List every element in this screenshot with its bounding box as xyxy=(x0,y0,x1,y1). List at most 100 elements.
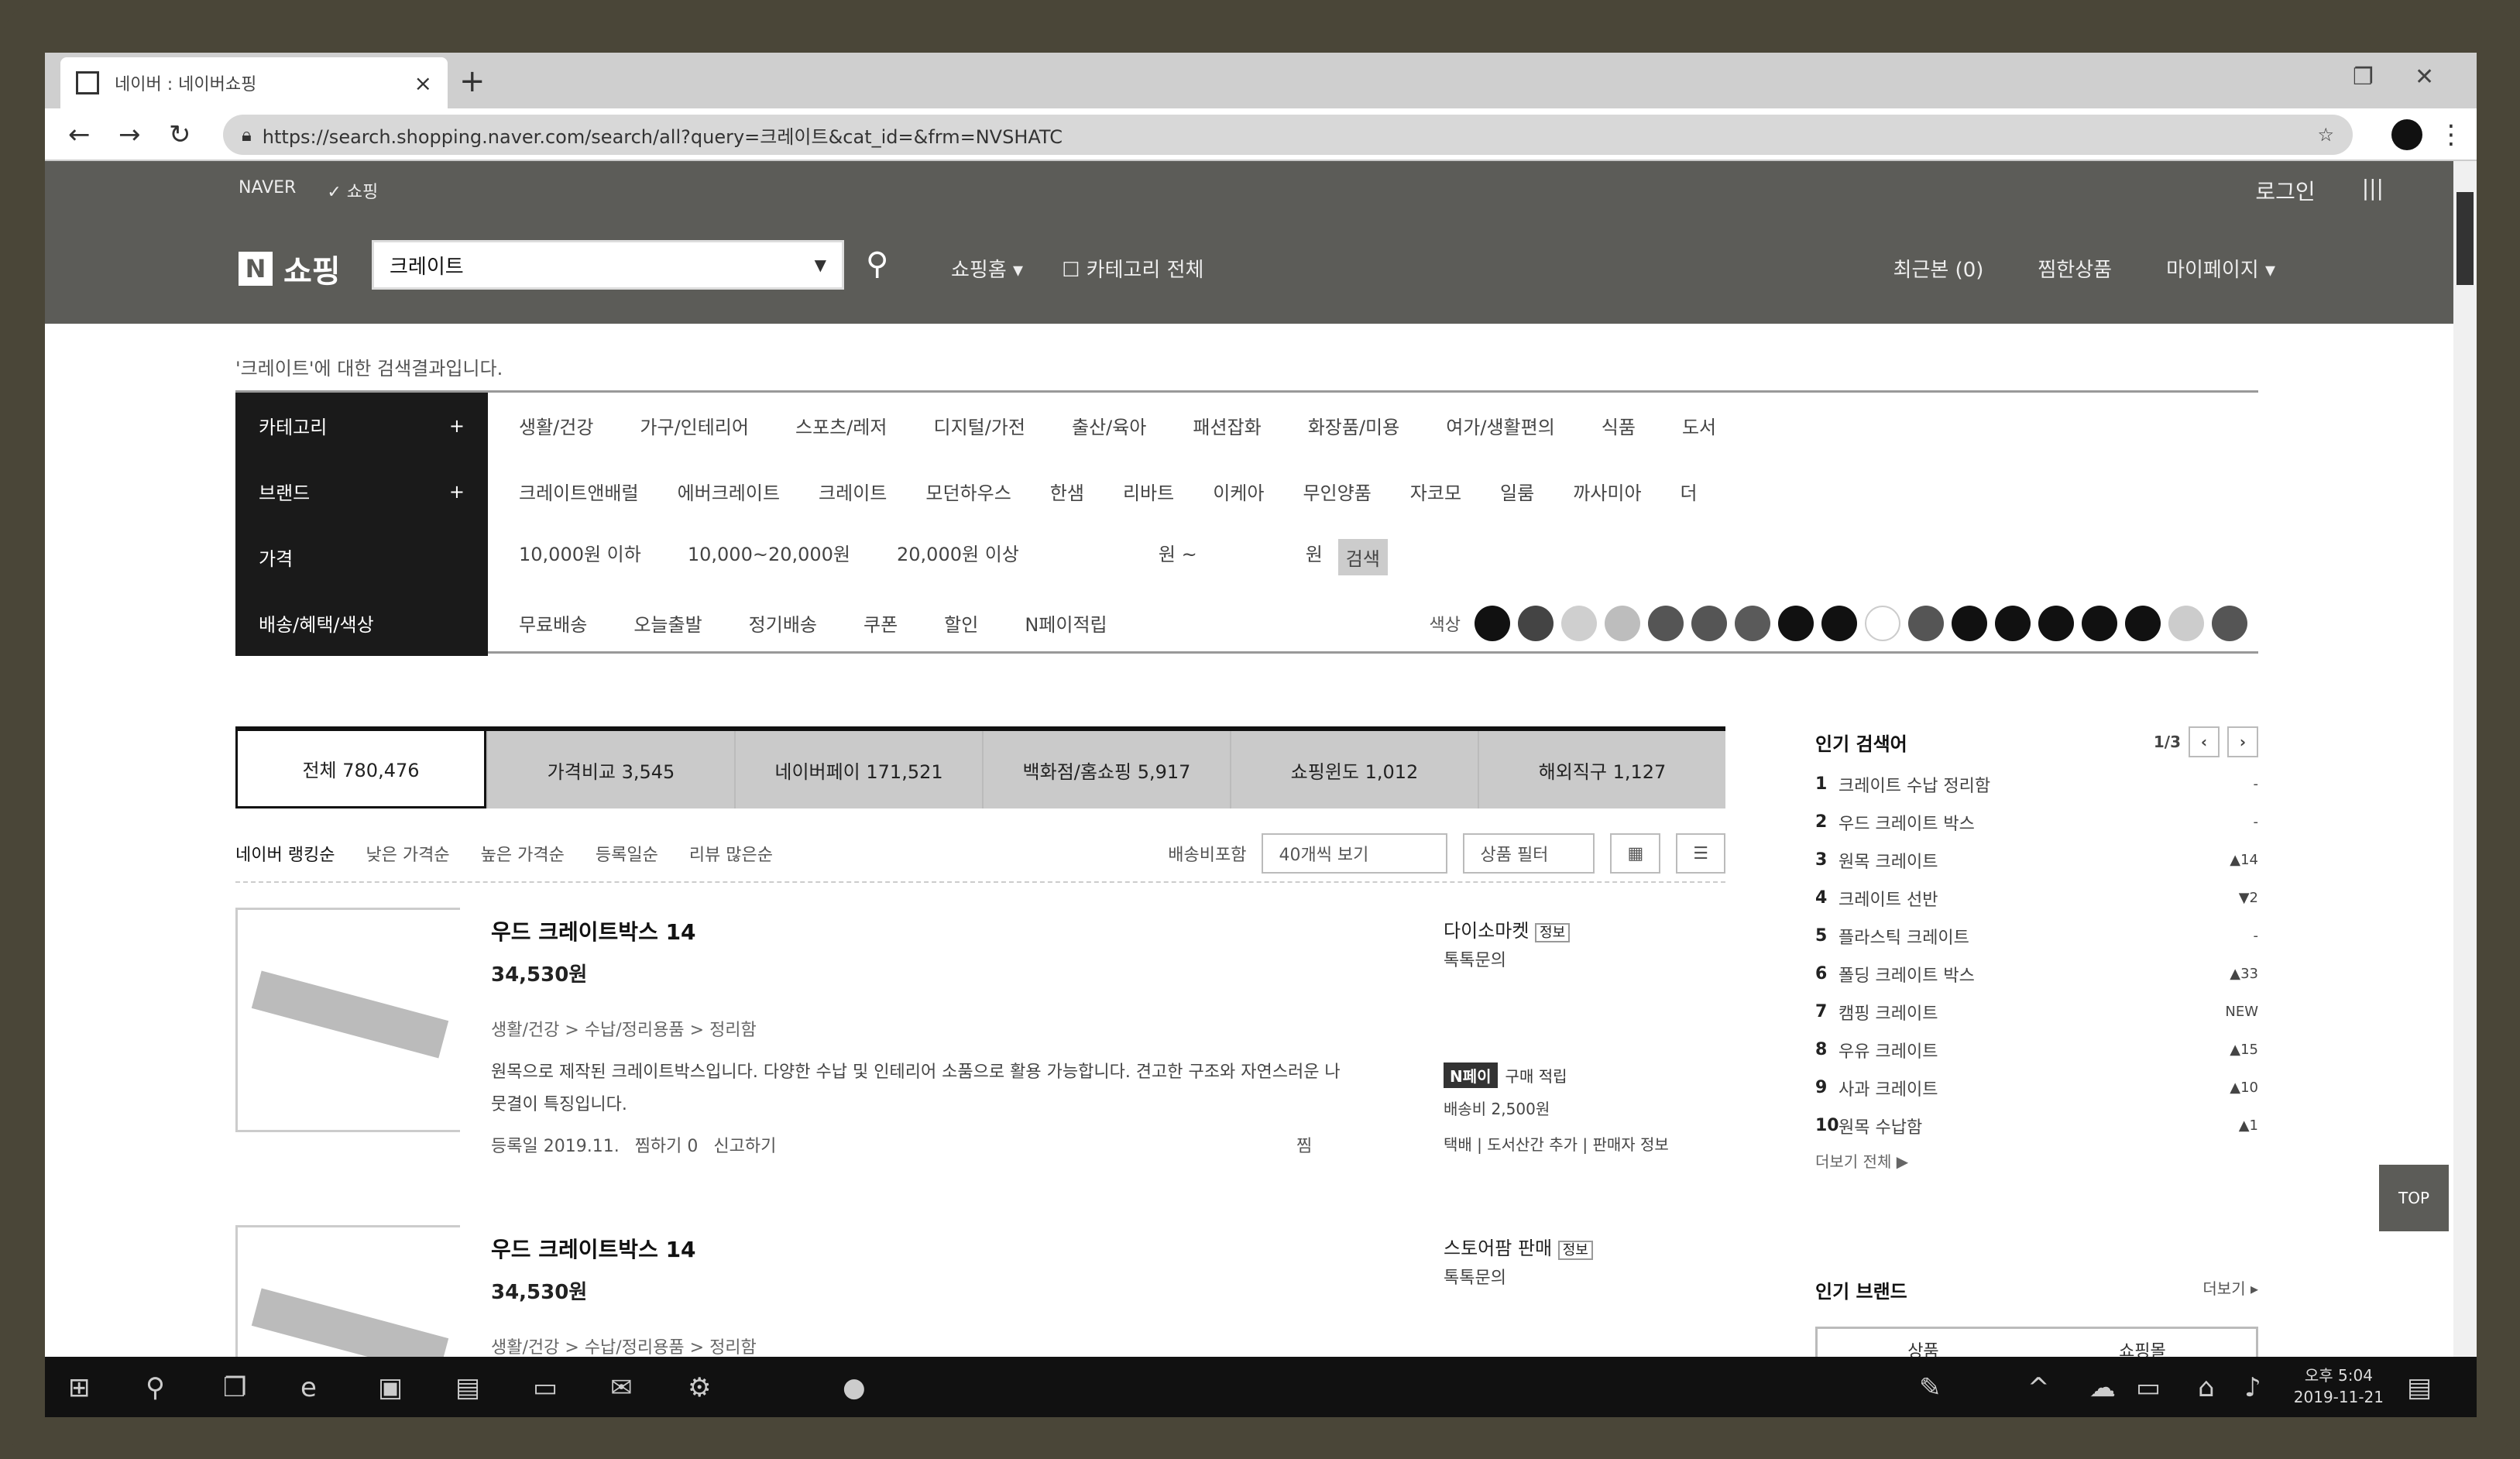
filter-option[interactable]: 출산/육아 xyxy=(1072,412,1146,439)
popular-keyword-item[interactable]: 10 원목 수납함 ▲1 xyxy=(1815,1107,2258,1145)
forward-icon[interactable]: → xyxy=(118,119,141,150)
services-icon[interactable]: ||| xyxy=(2362,175,2384,206)
popular-keyword-item[interactable]: 7 캠핑 크레이트 NEW xyxy=(1815,993,2258,1031)
page-scrollbar[interactable] xyxy=(2453,161,2477,1417)
filter-option[interactable]: 식품 xyxy=(1602,412,1636,439)
sort-option[interactable]: 네이버 랭킹순 xyxy=(235,841,335,866)
category-all-menu[interactable]: ☐ 카테고리 전체 xyxy=(1062,254,1203,283)
filter-option[interactable]: 오늘출발 xyxy=(633,609,702,637)
browser-tab[interactable]: 네이버 : 네이버쇼핑 × xyxy=(60,57,448,108)
talk-link[interactable]: 톡톡문의 xyxy=(1444,946,1506,971)
color-swatch[interactable] xyxy=(1995,605,2031,641)
task-view-icon[interactable]: ❐ xyxy=(223,1372,246,1403)
color-swatch[interactable] xyxy=(2212,605,2247,641)
sort-option[interactable]: 리뷰 많은순 xyxy=(689,841,773,866)
list-view-icon[interactable]: ☰ xyxy=(1676,833,1725,874)
zzim-button[interactable]: 찜 xyxy=(1296,1132,1312,1157)
scrollbar-thumb[interactable] xyxy=(2456,192,2474,285)
pen-icon[interactable]: ✎ xyxy=(1919,1372,1941,1403)
system-clock[interactable]: 오후 5:04 2019-11-21 xyxy=(2294,1365,2384,1408)
color-swatch[interactable] xyxy=(2038,605,2074,641)
tab-naverpay[interactable]: 네이버페이 171,521 xyxy=(734,731,982,808)
recent-viewed-link[interactable]: 최근본 (0) xyxy=(1893,254,1984,283)
volume-icon[interactable]: ♪ xyxy=(2244,1372,2261,1403)
settings-icon[interactable]: ⚙ xyxy=(688,1372,711,1403)
search-dropdown-icon[interactable]: ▼ xyxy=(815,256,826,274)
filter-option[interactable]: 생활/건강 xyxy=(519,412,593,439)
filter-option[interactable]: 까사미아 xyxy=(1573,478,1641,505)
filter-label[interactable]: 브랜드 + xyxy=(235,458,488,524)
search-taskbar-icon[interactable]: ⚲ xyxy=(146,1372,165,1403)
close-window-icon[interactable]: ✕ xyxy=(2415,64,2434,91)
search-input[interactable]: 크레이트 ▼ xyxy=(372,240,844,290)
reload-icon[interactable]: ↻ xyxy=(169,119,191,150)
filter-option[interactable]: 20,000원 이상 xyxy=(897,539,1019,575)
filter-option[interactable]: 이케아 xyxy=(1213,478,1264,505)
store-icon[interactable]: ▣ xyxy=(378,1372,403,1403)
filter-option[interactable]: 쿠폰 xyxy=(863,609,898,637)
naver-link[interactable]: NAVER xyxy=(239,178,296,203)
filter-option[interactable]: 일룸 xyxy=(1500,478,1534,505)
brands-more-link[interactable]: 더보기 ▸ xyxy=(2202,1276,2258,1303)
product-thumbnail[interactable] xyxy=(235,908,460,1132)
profile-icon[interactable] xyxy=(2391,119,2422,150)
color-swatch[interactable] xyxy=(1865,605,1900,641)
filter-option[interactable]: 10,000원 이하 xyxy=(519,539,641,575)
product-filter-select[interactable]: 상품 필터 xyxy=(1463,833,1595,874)
new-tab-button[interactable]: + xyxy=(459,64,486,99)
tab-price-compare[interactable]: 가격비교 3,545 xyxy=(486,731,734,808)
next-page-icon[interactable]: › xyxy=(2227,726,2258,757)
tab-shopping-window[interactable]: 쇼핑윈도 1,012 xyxy=(1230,731,1478,808)
page-size-select[interactable]: 40개씩 보기 xyxy=(1262,833,1448,874)
color-swatch[interactable] xyxy=(1605,605,1640,641)
filter-option[interactable]: N페이적립 xyxy=(1025,609,1107,637)
report-link[interactable]: 신고하기 xyxy=(713,1132,776,1157)
mall-name[interactable]: 스토어팜 판매 정보 xyxy=(1444,1233,1593,1260)
price-max-input[interactable]: 원 xyxy=(1306,539,1323,575)
battery-icon[interactable]: ▭ xyxy=(2136,1372,2161,1403)
login-link[interactable]: 로그인 xyxy=(2255,175,2315,206)
notification-icon[interactable]: ▤ xyxy=(2407,1372,2432,1403)
filter-label[interactable]: 카테고리 + xyxy=(235,393,488,458)
filter-option[interactable]: 무인양품 xyxy=(1303,478,1371,505)
menu-icon[interactable]: ⋮ xyxy=(2438,119,2464,150)
wishlist-link[interactable]: 찜한상품 xyxy=(2038,254,2112,283)
filter-option[interactable]: 무료배송 xyxy=(519,609,587,637)
url-input[interactable]: 🔒︎ https://search.shopping.naver.com/sea… xyxy=(223,115,2353,155)
popular-keyword-item[interactable]: 3 원목 크레이트 ▲14 xyxy=(1815,841,2258,879)
color-swatch[interactable] xyxy=(2082,605,2117,641)
product-title[interactable]: 우드 크레이트박스 14 xyxy=(491,1233,696,1264)
windows-start-icon[interactable]: ⊞ xyxy=(68,1372,91,1403)
filter-option[interactable]: 스포츠/레저 xyxy=(795,412,887,439)
cloud-icon[interactable]: ☁ xyxy=(2089,1372,2116,1403)
color-swatch[interactable] xyxy=(1475,605,1510,641)
popular-keyword-item[interactable]: 2 우드 크레이트 박스 - xyxy=(1815,803,2258,841)
filter-option[interactable]: 모던하우스 xyxy=(925,478,1011,505)
notepad-icon[interactable]: ▤ xyxy=(455,1372,480,1403)
mall-name[interactable]: 다이소마켓 정보 xyxy=(1444,915,1571,942)
filter-option[interactable]: 더 xyxy=(1681,478,1698,505)
shipping-include-toggle[interactable]: 배송비포함 xyxy=(1168,841,1246,866)
filter-option[interactable]: 자코모 xyxy=(1410,478,1461,505)
filter-option[interactable]: 크레이트앤배럴 xyxy=(519,478,639,505)
filter-option[interactable]: 할인 xyxy=(944,609,978,637)
star-icon[interactable]: ☆ xyxy=(2317,124,2334,146)
shopping-link[interactable]: ✓ 쇼핑 xyxy=(327,178,378,203)
explorer-icon[interactable]: ▭ xyxy=(533,1372,558,1403)
close-tab-icon[interactable]: × xyxy=(414,70,432,96)
mail-icon[interactable]: ✉ xyxy=(610,1372,633,1403)
top-button[interactable]: TOP xyxy=(2379,1165,2449,1231)
prev-page-icon[interactable]: ‹ xyxy=(2189,726,2220,757)
price-search-button[interactable]: 검색 xyxy=(1337,539,1388,575)
filter-option[interactable]: 에버크레이트 xyxy=(678,478,780,505)
popular-keyword-item[interactable]: 8 우유 크레이트 ▲15 xyxy=(1815,1031,2258,1069)
color-swatch[interactable] xyxy=(1908,605,1944,641)
restore-window-icon[interactable]: ❐ xyxy=(2353,64,2374,91)
filter-option[interactable]: 한샘 xyxy=(1050,478,1084,505)
chrome-taskbar-icon[interactable]: ● xyxy=(843,1372,866,1403)
popular-keyword-item[interactable]: 9 사과 크레이트 ▲10 xyxy=(1815,1069,2258,1107)
talk-link[interactable]: 톡톡문의 xyxy=(1444,1264,1506,1289)
shipping-info[interactable]: 택배 | 도서산간 추가 | 판매자 정보 xyxy=(1444,1132,1669,1155)
color-swatch[interactable] xyxy=(1648,605,1684,641)
sort-option[interactable]: 낮은 가격순 xyxy=(366,841,449,866)
